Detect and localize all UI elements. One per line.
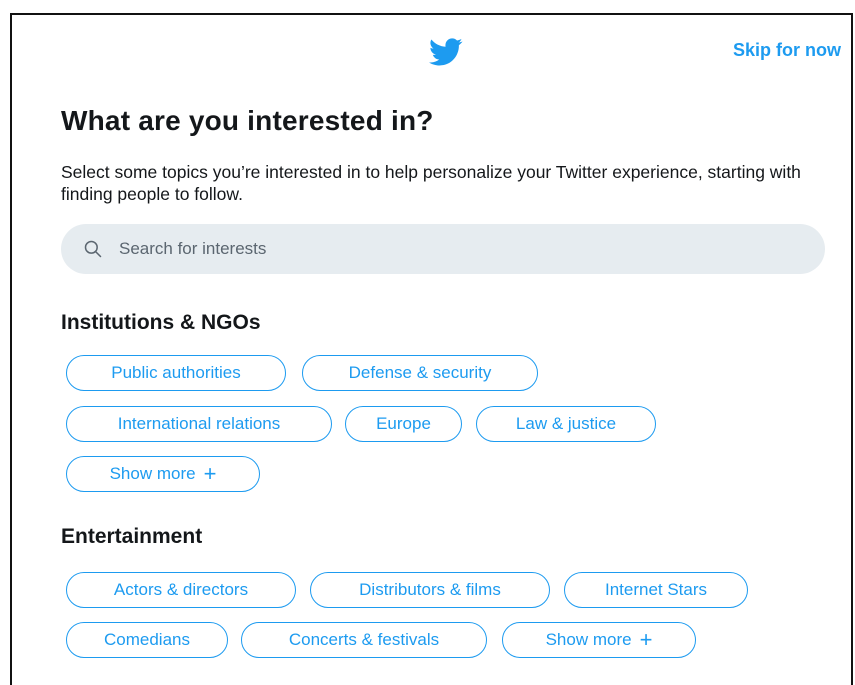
onboarding-frame: Skip for now What are you interested in?… [10,13,853,685]
show-more-label: Show more [109,464,196,483]
section-title-institutions: Institutions & NGOs [61,311,261,334]
section-title-entertainment: Entertainment [61,525,203,548]
show-more-label: Show more [545,630,632,649]
topic-pill[interactable]: Europe [345,406,462,442]
show-more-button[interactable]: Show more + [66,456,260,492]
search-bar[interactable] [61,224,825,274]
topic-pill[interactable]: Internet Stars [564,572,748,608]
plus-icon: + [203,461,217,486]
plus-icon: + [639,627,653,652]
topic-pill[interactable]: Concerts & festivals [241,622,487,658]
skip-for-now-link[interactable]: Skip for now [733,40,841,61]
page-title: What are you interested in? [61,105,434,136]
topic-pill[interactable]: Defense & security [302,355,538,391]
twitter-bird-icon [429,38,463,66]
topic-pill[interactable]: Law & justice [476,406,656,442]
topic-pill[interactable]: Public authorities [66,355,286,391]
topic-pill[interactable]: Actors & directors [66,572,296,608]
search-input[interactable] [117,238,801,260]
topic-pill[interactable]: Distributors & films [310,572,550,608]
page-subtitle: Select some topics you’re interested in … [61,162,801,204]
topic-pill[interactable]: International relations [66,406,332,442]
show-more-button[interactable]: Show more + [502,622,696,658]
search-icon [84,240,102,258]
topic-pill[interactable]: Comedians [66,622,228,658]
top-bar: Skip for now [12,15,851,85]
